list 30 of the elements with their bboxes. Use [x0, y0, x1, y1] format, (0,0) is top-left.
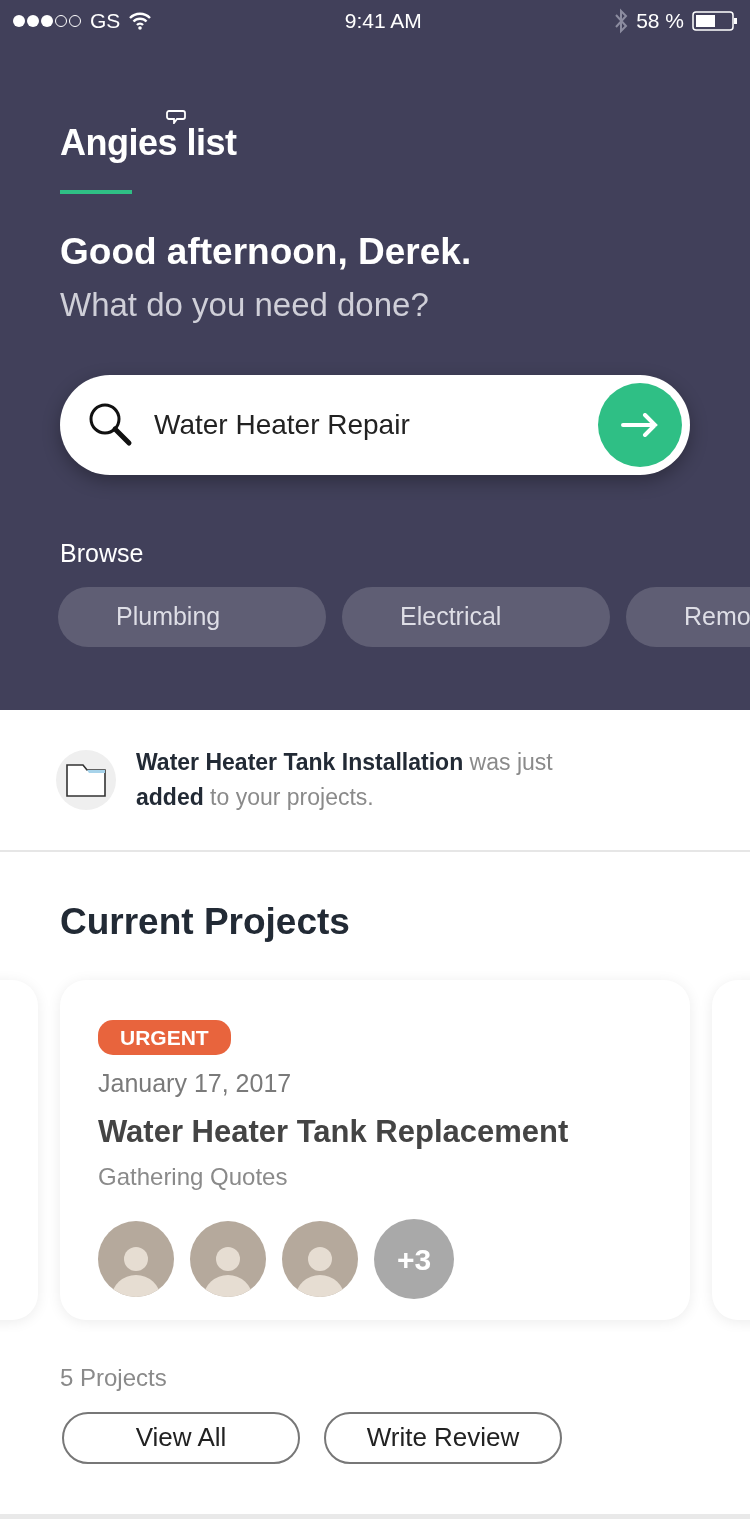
search-input[interactable]: Water Heater Repair: [152, 403, 582, 447]
project-title: Water Heater Tank Replacement: [98, 1112, 570, 1151]
carrier-name: GS: [90, 8, 121, 35]
battery-percent: 58 %: [636, 8, 684, 35]
submit-search-button[interactable]: [598, 383, 682, 467]
search-field[interactable]: Water Heater Repair: [60, 375, 690, 475]
browse-label: Browse: [60, 538, 145, 569]
category-chip[interactable]: Electrical: [342, 586, 610, 647]
signal-icon: [12, 14, 82, 28]
urgent-tag: URGENT: [98, 1019, 231, 1055]
notification-message: Water Heater Tank Installation was just added to your projects.: [136, 748, 554, 812]
greeting: Good afternoon, Derek.: [60, 230, 473, 274]
clock-time: 9:41 AM: [344, 8, 422, 35]
more-avatars-count: +3: [374, 1219, 454, 1299]
project-date: January 17, 2017: [98, 1068, 293, 1099]
battery-icon: [692, 11, 738, 31]
wifi-icon: [128, 12, 153, 30]
bluetooth-icon: [614, 8, 629, 34]
category-chip[interactable]: Plumbing: [58, 586, 326, 647]
project-count: 5 Projects: [60, 1362, 168, 1393]
category-chip[interactable]: Remo: [626, 586, 750, 647]
speech-bubble-icon: [166, 110, 186, 124]
prompt-text: What do you need done?: [60, 284, 430, 325]
write-review-button[interactable]: Write Review: [324, 1411, 562, 1464]
view-all-button[interactable]: View All: [62, 1411, 300, 1464]
project-card[interactable]: URGENT January 17, 2017 Water Heater Tank Replacement Gathering Quotes +3: [60, 979, 690, 1320]
project-status: Gathering Quotes: [98, 1162, 289, 1192]
logo-text: Angies list: [60, 122, 237, 163]
arrow-right-icon: [621, 413, 659, 437]
section-title: Current Projects: [60, 900, 351, 944]
